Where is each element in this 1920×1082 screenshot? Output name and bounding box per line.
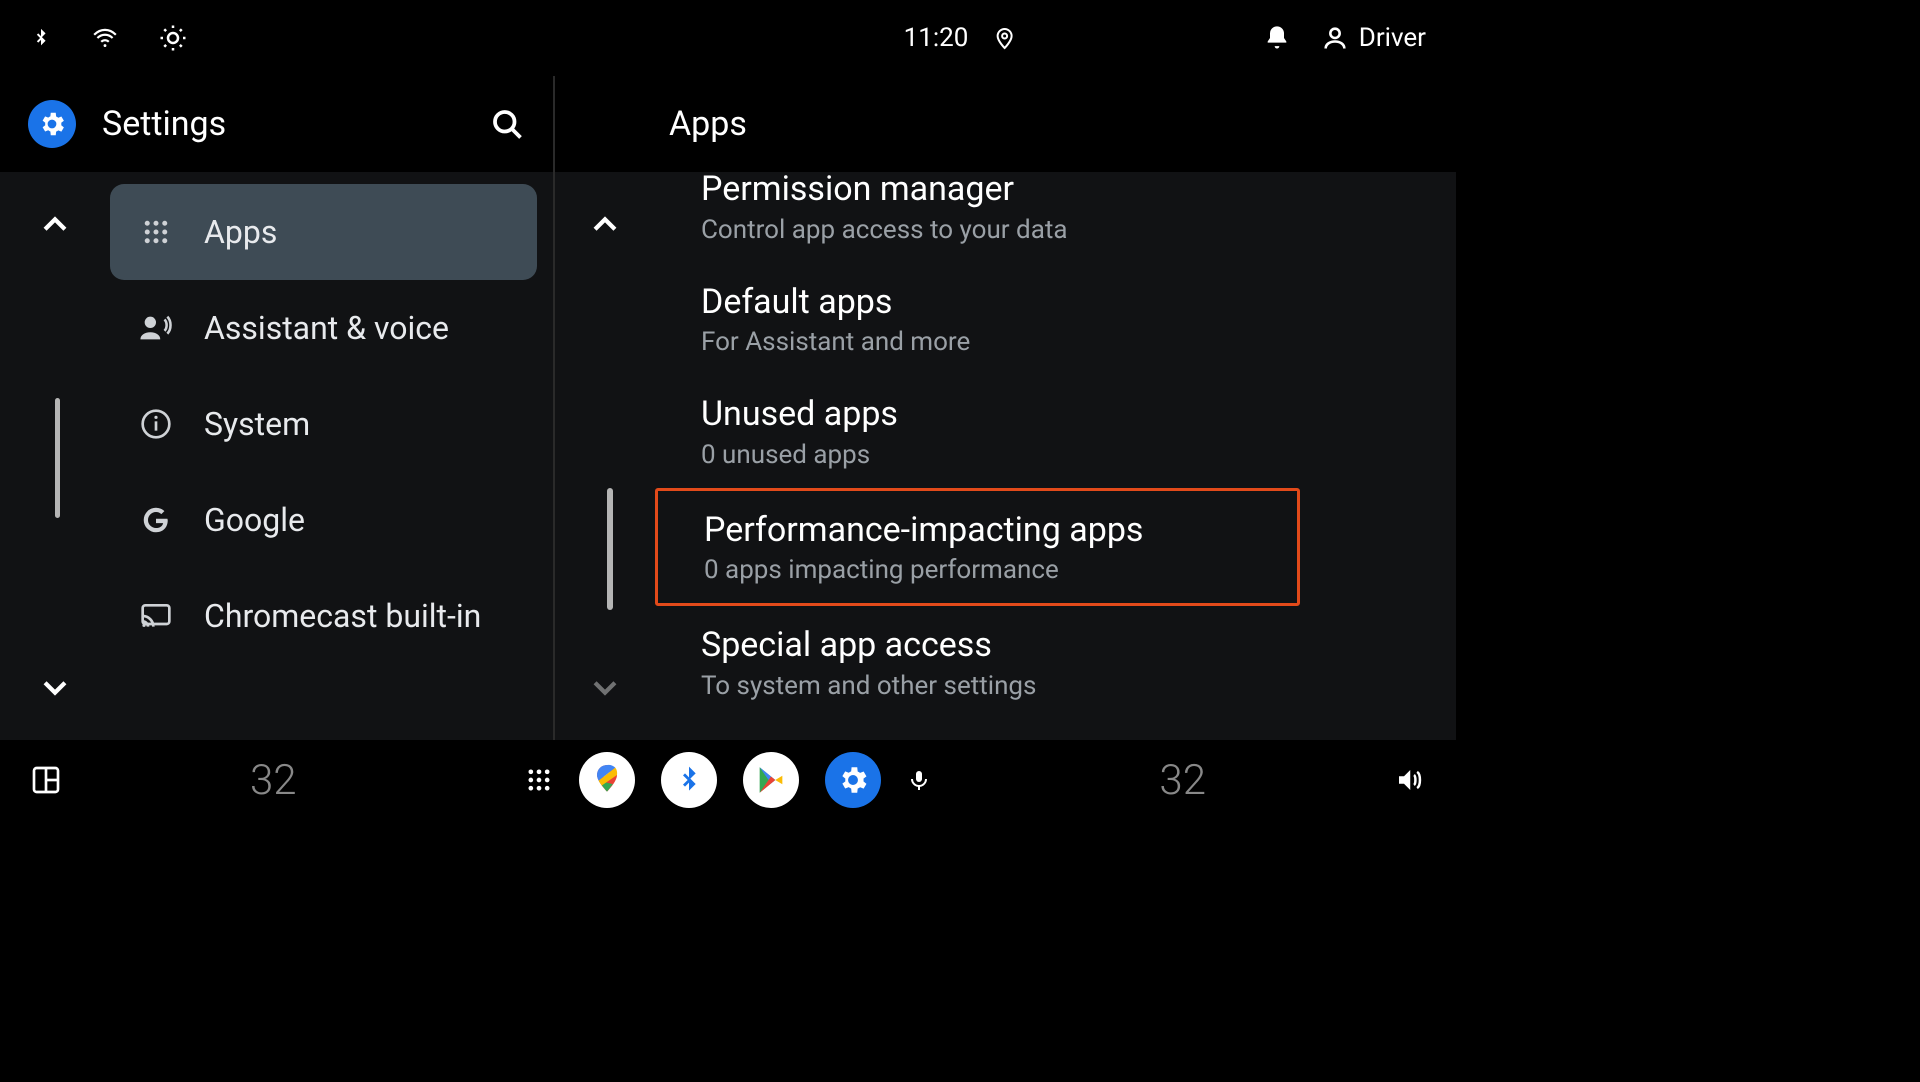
detail-item-sub: 0 apps impacting performance (704, 555, 1267, 585)
settings-pane: Settings Apps (0, 76, 555, 740)
assistant-voice-icon (136, 313, 176, 343)
nav-label: Google (204, 501, 305, 539)
brightness-icon (158, 23, 188, 53)
settings-title: Settings (102, 104, 226, 144)
settings-list-area: Apps Assistant & voice System (0, 172, 553, 740)
apps-grid-icon (136, 217, 176, 247)
temp-left[interactable]: 32 (250, 756, 297, 805)
maps-app-icon[interactable] (579, 752, 635, 808)
info-icon (136, 408, 176, 440)
status-center: 11:20 (904, 23, 1017, 53)
right-scroll-thumb[interactable] (607, 488, 613, 610)
nav-label: Assistant & voice (204, 309, 449, 347)
nav-item-assistant[interactable]: Assistant & voice (110, 280, 537, 376)
clock: 11:20 (904, 23, 969, 53)
settings-nav-list: Apps Assistant & voice System (110, 172, 553, 740)
detail-item-unused-apps[interactable]: Unused apps 0 unused apps (655, 375, 1440, 488)
right-scroll-controls (555, 172, 655, 740)
bluetooth-app-icon[interactable] (661, 752, 717, 808)
detail-item-title: Unused apps (701, 393, 1410, 436)
status-right: Driver (1263, 23, 1426, 53)
detail-pane: Apps Permission manager Control app acce… (555, 76, 1456, 740)
detail-item-sub: 0 unused apps (701, 440, 1410, 470)
play-store-icon[interactable] (743, 752, 799, 808)
detail-title: Apps (669, 104, 747, 144)
detail-item-default-apps[interactable]: Default apps For Assistant and more (655, 263, 1440, 376)
detail-item-title: Permission manager (701, 172, 1410, 211)
app-launcher-icon[interactable] (525, 766, 553, 794)
nav-label: Chromecast built-in (204, 597, 481, 635)
nav-item-apps[interactable]: Apps (110, 184, 537, 280)
search-button[interactable] (489, 106, 525, 142)
google-icon (136, 504, 176, 536)
detail-list-area: Permission manager Control app access to… (555, 172, 1456, 740)
nav-label: Apps (204, 213, 277, 251)
nav-label: System (204, 405, 310, 443)
mic-icon[interactable] (907, 765, 931, 795)
cast-icon (136, 602, 176, 630)
status-left (30, 23, 188, 53)
left-scroll-thumb[interactable] (55, 398, 60, 518)
detail-item-performance-apps[interactable]: Performance-impacting apps 0 apps impact… (655, 488, 1300, 607)
user-chip[interactable]: Driver (1321, 23, 1426, 53)
settings-app-icon (28, 100, 76, 148)
nav-item-chromecast[interactable]: Chromecast built-in (110, 568, 537, 664)
dashboard-icon[interactable] (30, 764, 62, 796)
user-name: Driver (1359, 23, 1426, 53)
scroll-down-icon[interactable] (38, 670, 72, 704)
nav-right (1392, 765, 1426, 795)
detail-item-sub: For Assistant and more (701, 327, 1410, 357)
notifications-icon[interactable] (1263, 23, 1291, 53)
nav-item-google[interactable]: Google (110, 472, 537, 568)
detail-header: Apps (555, 76, 1456, 172)
location-icon (992, 23, 1016, 53)
volume-icon[interactable] (1392, 765, 1426, 795)
detail-item-title: Special app access (701, 624, 1410, 667)
nav-center (525, 752, 931, 808)
detail-list: Permission manager Control app access to… (655, 172, 1456, 740)
nav-bar: 32 32 (0, 740, 1456, 820)
nav-item-system[interactable]: System (110, 376, 537, 472)
scroll-down-icon[interactable] (588, 670, 622, 704)
scroll-up-icon[interactable] (38, 208, 72, 242)
settings-header: Settings (0, 76, 553, 172)
temp-right[interactable]: 32 (1159, 756, 1206, 805)
settings-app-shortcut-icon[interactable] (825, 752, 881, 808)
status-bar: 11:20 Driver (0, 0, 1456, 76)
scroll-up-icon[interactable] (588, 208, 622, 242)
detail-item-special-access[interactable]: Special app access To system and other s… (655, 606, 1440, 719)
detail-item-sub: To system and other settings (701, 671, 1410, 701)
detail-item-title: Default apps (701, 281, 1410, 324)
detail-item-permission-manager[interactable]: Permission manager Control app access to… (655, 172, 1440, 263)
main: Settings Apps (0, 76, 1456, 740)
wifi-icon (88, 25, 122, 51)
detail-item-sub: Control app access to your data (701, 215, 1410, 245)
bluetooth-icon (30, 23, 52, 53)
detail-item-title: Performance-impacting apps (704, 509, 1267, 552)
